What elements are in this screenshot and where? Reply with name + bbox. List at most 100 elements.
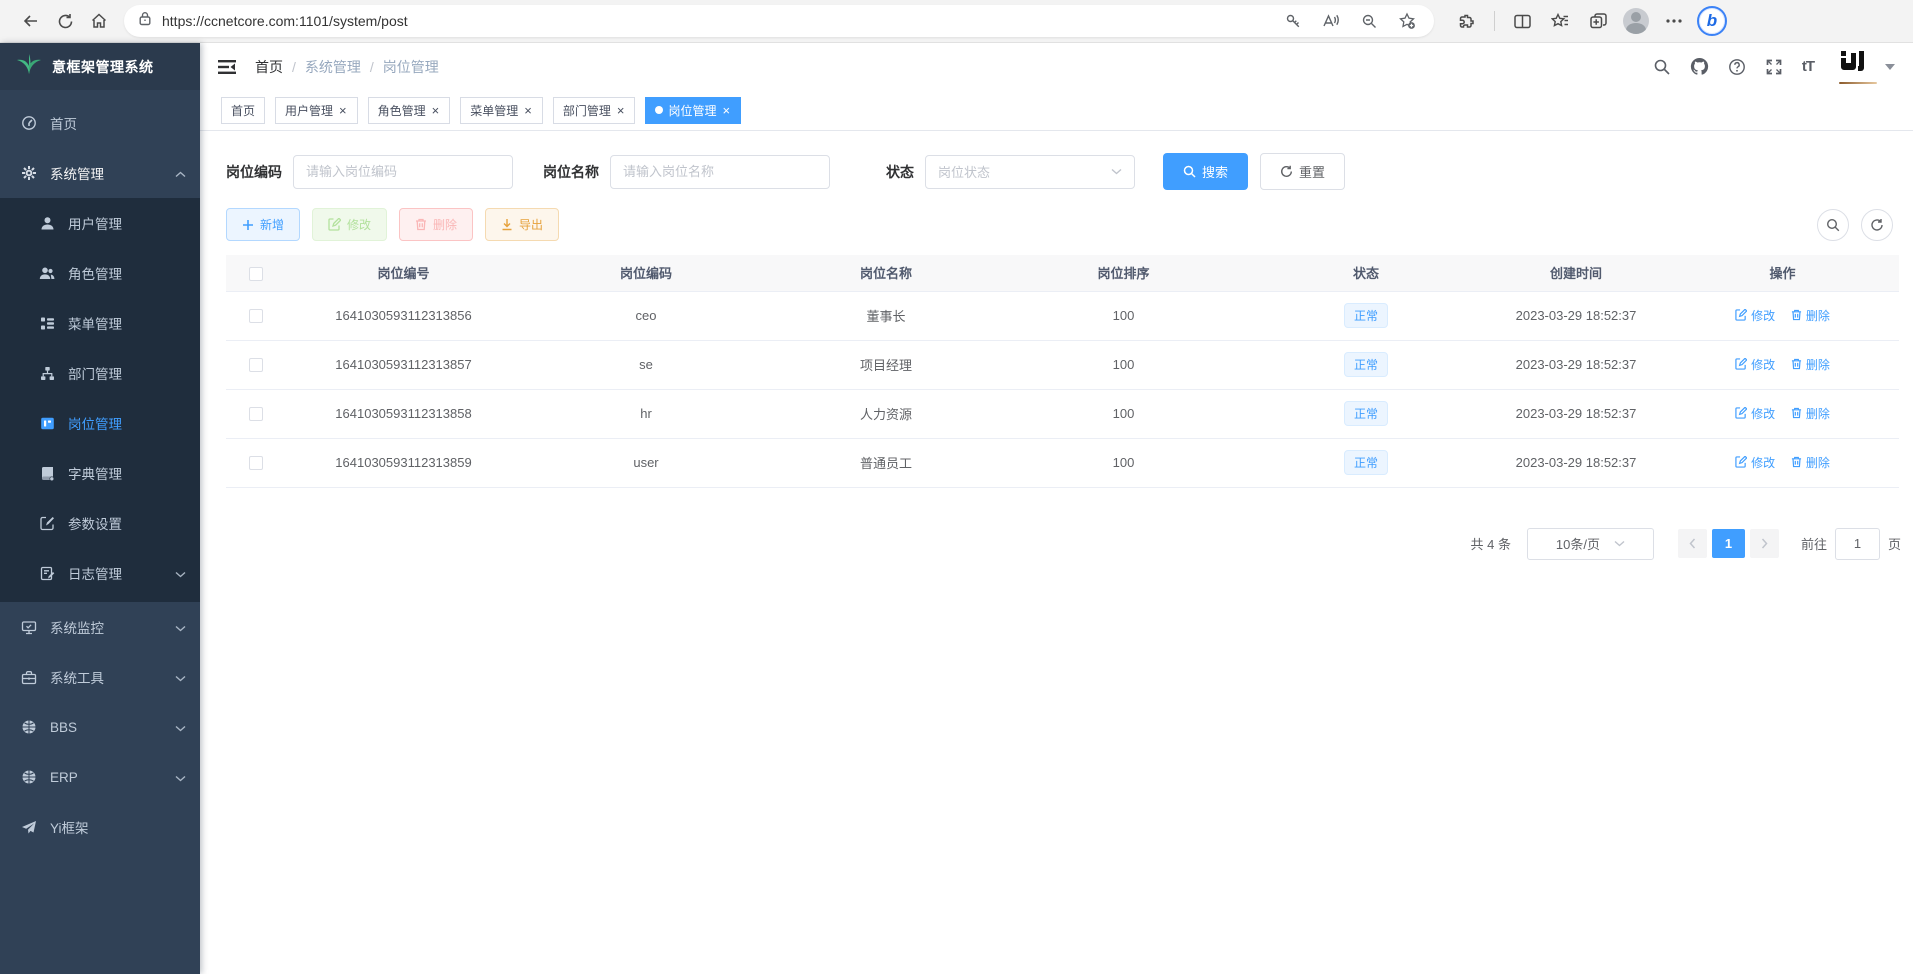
sidebar-item-erp[interactable]: ERP bbox=[0, 752, 200, 802]
tab-home[interactable]: 首页 bbox=[221, 97, 265, 124]
globe-icon bbox=[20, 769, 38, 785]
row-edit-link[interactable]: 修改 bbox=[1735, 405, 1775, 422]
sidebar-item-parameters[interactable]: 参数设置 bbox=[0, 498, 200, 548]
url-text[interactable]: https://ccnetcore.com:1101/system/post bbox=[162, 13, 1276, 29]
sidebar-item-posts[interactable]: 岗位管理 bbox=[0, 398, 200, 448]
sidebar-item-departments[interactable]: 部门管理 bbox=[0, 348, 200, 398]
row-delete-link[interactable]: 删除 bbox=[1791, 307, 1830, 324]
home-icon[interactable] bbox=[82, 4, 116, 38]
tab-menus[interactable]: 菜单管理 × bbox=[460, 97, 543, 124]
tab-label: 首页 bbox=[231, 102, 255, 119]
total-count: 共 4 条 bbox=[1471, 534, 1511, 553]
collapse-sidebar-icon[interactable] bbox=[218, 59, 237, 75]
row-delete-link[interactable]: 删除 bbox=[1791, 454, 1830, 471]
search-icon[interactable] bbox=[1653, 58, 1671, 76]
select-all-checkbox[interactable] bbox=[249, 267, 263, 281]
tab-users[interactable]: 用户管理 × bbox=[275, 97, 358, 124]
prev-page-button[interactable] bbox=[1678, 529, 1707, 558]
sidebar-item-monitoring[interactable]: 系统监控 bbox=[0, 602, 200, 652]
collections-icon[interactable] bbox=[1581, 4, 1615, 38]
back-icon[interactable] bbox=[14, 4, 48, 38]
tab-posts[interactable]: 岗位管理 × bbox=[645, 97, 741, 124]
close-icon[interactable]: × bbox=[523, 104, 533, 117]
help-icon[interactable] bbox=[1728, 58, 1746, 76]
page-number-1[interactable]: 1 bbox=[1712, 529, 1745, 558]
row-checkbox[interactable] bbox=[249, 309, 263, 323]
sidebar-item-label: 部门管理 bbox=[68, 363, 186, 383]
cell-post-name: 董事长 bbox=[771, 291, 1001, 340]
users-icon bbox=[38, 266, 56, 281]
edit-button[interactable]: 修改 bbox=[312, 208, 387, 241]
next-page-button[interactable] bbox=[1750, 529, 1779, 558]
profile-avatar[interactable] bbox=[1619, 4, 1653, 38]
sidebar-item-logs[interactable]: 日志管理 bbox=[0, 548, 200, 598]
export-button[interactable]: 导出 bbox=[485, 208, 559, 241]
row-checkbox[interactable] bbox=[249, 407, 263, 421]
app-logo[interactable]: 意框架管理系统 bbox=[0, 43, 200, 90]
sidebar-item-label: BBS bbox=[50, 720, 175, 735]
tab-label: 角色管理 bbox=[378, 102, 426, 119]
sidebar-item-users[interactable]: 用户管理 bbox=[0, 198, 200, 248]
search-button[interactable]: 搜索 bbox=[1163, 153, 1248, 190]
sidebar-item-dictionary[interactable]: 字典管理 bbox=[0, 448, 200, 498]
sidebar-item-home[interactable]: 首页 bbox=[0, 98, 200, 148]
row-delete-link[interactable]: 删除 bbox=[1791, 405, 1830, 422]
row-delete-link[interactable]: 删除 bbox=[1791, 356, 1830, 373]
status-select-placeholder: 岗位状态 bbox=[938, 162, 990, 181]
toggle-search-button[interactable] bbox=[1817, 209, 1849, 241]
close-icon[interactable]: × bbox=[721, 104, 731, 117]
column-header: 岗位编号 bbox=[286, 255, 521, 291]
row-checkbox[interactable] bbox=[249, 358, 263, 372]
read-aloud-icon[interactable] bbox=[1314, 4, 1348, 38]
cell-created-time: 2023-03-29 18:52:37 bbox=[1486, 291, 1666, 340]
reset-button[interactable]: 重置 bbox=[1260, 153, 1345, 190]
edit-icon bbox=[1735, 407, 1747, 419]
app-title: 意框架管理系统 bbox=[52, 57, 154, 77]
cell-post-name: 普通员工 bbox=[771, 438, 1001, 487]
refresh-icon[interactable] bbox=[48, 4, 82, 38]
row-edit-link[interactable]: 修改 bbox=[1735, 307, 1775, 324]
add-favorite-icon[interactable] bbox=[1390, 4, 1424, 38]
row-checkbox[interactable] bbox=[249, 456, 263, 470]
goto-page-input[interactable] bbox=[1835, 528, 1880, 560]
status-label: 状态 bbox=[886, 162, 914, 182]
fullscreen-icon[interactable] bbox=[1765, 58, 1783, 76]
sidebar-item-bbs[interactable]: BBS bbox=[0, 702, 200, 752]
extensions-icon[interactable] bbox=[1450, 4, 1484, 38]
post-code-input[interactable] bbox=[293, 155, 513, 189]
status-select[interactable]: 岗位状态 bbox=[925, 155, 1135, 189]
address-bar[interactable]: https://ccnetcore.com:1101/system/post bbox=[124, 5, 1434, 37]
post-name-input[interactable] bbox=[610, 155, 830, 189]
sidebar-item-label: 系统管理 bbox=[50, 163, 175, 183]
chevron-down-icon bbox=[175, 720, 186, 735]
key-icon[interactable] bbox=[1276, 4, 1310, 38]
github-icon[interactable] bbox=[1690, 57, 1709, 76]
favorites-icon[interactable] bbox=[1543, 4, 1577, 38]
copilot-icon[interactable]: b bbox=[1695, 4, 1729, 38]
sidebar-item-label: 参数设置 bbox=[68, 513, 186, 533]
sidebar-item-tools[interactable]: 系统工具 bbox=[0, 652, 200, 702]
page-size-select[interactable]: 10条/页 bbox=[1527, 528, 1654, 560]
user-menu[interactable] bbox=[1839, 49, 1895, 84]
delete-button[interactable]: 删除 bbox=[399, 208, 473, 241]
close-icon[interactable]: × bbox=[338, 104, 348, 117]
settings-menu-icon[interactable] bbox=[1657, 4, 1691, 38]
add-button[interactable]: 新增 bbox=[226, 208, 300, 241]
sidebar-item-roles[interactable]: 角色管理 bbox=[0, 248, 200, 298]
breadcrumb-system[interactable]: 系统管理 bbox=[305, 57, 361, 77]
refresh-table-button[interactable] bbox=[1861, 209, 1893, 241]
tab-departments[interactable]: 部门管理 × bbox=[553, 97, 636, 124]
row-edit-link[interactable]: 修改 bbox=[1735, 356, 1775, 373]
tab-roles[interactable]: 角色管理 × bbox=[368, 97, 451, 124]
breadcrumb-home[interactable]: 首页 bbox=[255, 57, 283, 77]
cell-post-sort: 100 bbox=[1001, 340, 1246, 389]
sidebar-item-system[interactable]: 系统管理 bbox=[0, 148, 200, 198]
font-size-icon[interactable]: tT bbox=[1802, 58, 1814, 75]
row-edit-link[interactable]: 修改 bbox=[1735, 454, 1775, 471]
split-screen-icon[interactable] bbox=[1505, 4, 1539, 38]
zoom-out-icon[interactable] bbox=[1352, 4, 1386, 38]
close-icon[interactable]: × bbox=[431, 104, 441, 117]
sidebar-item-menus[interactable]: 菜单管理 bbox=[0, 298, 200, 348]
sidebar-item-yi-framework[interactable]: Yi框架 bbox=[0, 802, 200, 852]
close-icon[interactable]: × bbox=[616, 104, 626, 117]
